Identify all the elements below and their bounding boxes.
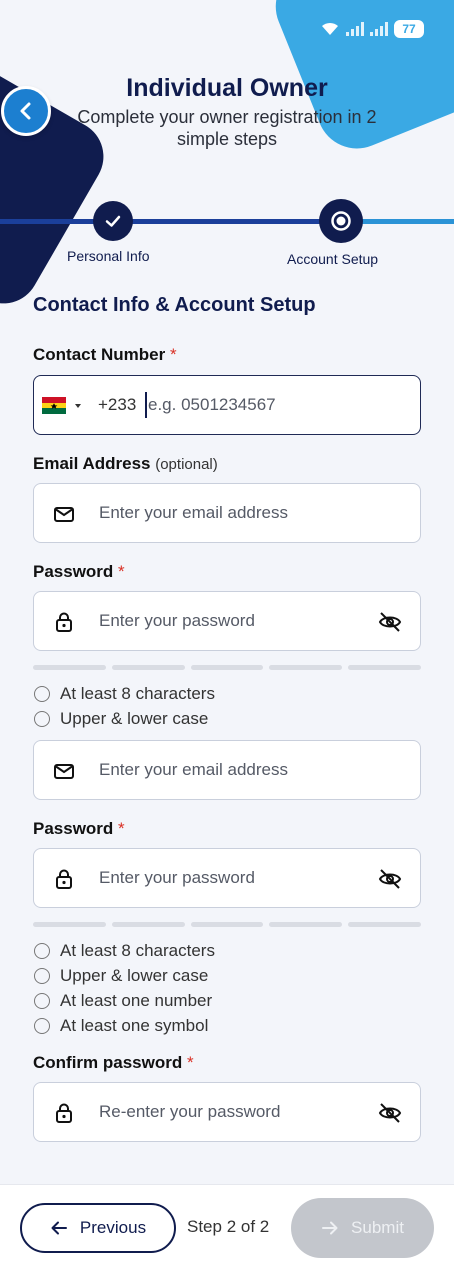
step-1-circle	[93, 201, 133, 241]
confirm-password-field[interactable]: Re-enter your password	[33, 1082, 421, 1142]
eye-off-icon[interactable]	[378, 867, 402, 891]
chevron-left-icon	[20, 102, 31, 120]
password-rule-text: At least 8 characters	[60, 941, 215, 960]
password-field-2[interactable]: Enter your password	[33, 848, 421, 908]
country-dropdown-caret-icon[interactable]	[75, 404, 81, 408]
check-icon	[105, 215, 121, 227]
password-input-2[interactable]: Enter your password	[99, 868, 255, 888]
password-label: Password *	[33, 562, 125, 582]
ghana-flag-icon[interactable]	[42, 397, 66, 414]
submit-button[interactable]: Submit	[291, 1198, 434, 1258]
password-rule: At least 8 characters	[34, 684, 215, 704]
email-field-2[interactable]: Enter your email address	[33, 740, 421, 800]
radio-empty-icon	[34, 686, 50, 702]
step-2-label: Account Setup	[287, 251, 379, 267]
confirm-password-label: Confirm password *	[33, 1053, 194, 1073]
eye-off-icon[interactable]	[378, 1101, 402, 1125]
country-code: +233	[98, 395, 137, 414]
mail-icon	[54, 764, 74, 779]
page-title: Individual Owner	[126, 74, 328, 102]
password-strength-meter-2	[33, 922, 421, 927]
password-rule-text: At least one number	[60, 991, 213, 1010]
password-rule: Upper & lower case	[34, 966, 208, 986]
password-rule: At least one number	[34, 991, 212, 1011]
radio-empty-icon	[34, 993, 50, 1009]
lock-icon	[56, 612, 72, 632]
radio-empty-icon	[34, 1018, 50, 1034]
email-input[interactable]: Enter your email address	[99, 503, 288, 523]
optional-hint: (optional)	[155, 456, 218, 473]
password-rule: At least 8 characters	[34, 941, 215, 961]
step-2-circle	[319, 199, 363, 243]
lock-icon	[56, 869, 72, 889]
status-bar: 77	[0, 0, 454, 60]
contact-number-label: Contact Number *	[33, 345, 177, 365]
text-cursor	[145, 392, 147, 418]
signal-icon-2	[370, 22, 388, 36]
radio-empty-icon	[34, 943, 50, 959]
password-rule-text: Upper & lower case	[60, 709, 209, 728]
password-label-text: Password	[33, 562, 114, 581]
status-icons: 77	[320, 20, 424, 38]
confirm-password-input[interactable]: Re-enter your password	[99, 1102, 280, 1122]
mail-icon	[54, 507, 74, 522]
radio-empty-icon	[34, 968, 50, 984]
required-mark: *	[118, 562, 125, 581]
stepper-progress-line	[0, 219, 454, 224]
step-1-label: Personal Info	[67, 248, 150, 264]
password-label-text: Password	[33, 819, 114, 838]
signal-icon	[346, 22, 364, 36]
contact-number-field[interactable]: +233 e.g. 0501234567	[33, 375, 421, 435]
email-label: Email Address (optional)	[33, 454, 218, 474]
bottom-action-bar: Previous Step 2 of 2 Submit	[0, 1184, 454, 1280]
password-strength-meter	[33, 665, 421, 670]
section-title: Contact Info & Account Setup	[33, 294, 316, 316]
previous-button[interactable]: Previous	[20, 1203, 176, 1253]
battery-icon: 77	[394, 20, 424, 38]
password-input[interactable]: Enter your password	[99, 611, 255, 631]
radio-dot-icon	[331, 211, 351, 231]
email-input-2[interactable]: Enter your email address	[99, 760, 288, 780]
lock-icon	[56, 1103, 72, 1123]
arrow-left-icon	[51, 1221, 67, 1235]
password-rule: At least one symbol	[34, 1016, 208, 1036]
eye-off-icon[interactable]	[378, 610, 402, 634]
required-mark: *	[118, 819, 125, 838]
radio-empty-icon	[34, 711, 50, 727]
page-subtitle: Complete your owner registration in 2 si…	[77, 107, 377, 149]
contact-number-input[interactable]: e.g. 0501234567	[148, 395, 276, 415]
wifi-icon	[322, 22, 338, 35]
password-rule-text: At least 8 characters	[60, 684, 215, 703]
password-rule-text: At least one symbol	[60, 1016, 209, 1035]
required-mark: *	[186, 1053, 194, 1072]
required-mark: *	[169, 345, 177, 364]
previous-button-label: Previous	[79, 1218, 147, 1237]
password-field[interactable]: Enter your password	[33, 591, 421, 651]
confirm-password-label-text: Confirm password	[33, 1053, 183, 1072]
password-rule: Upper & lower case	[34, 709, 208, 729]
contact-number-label-text: Contact Number	[33, 345, 166, 364]
step-indicator: Step 2 of 2	[187, 1217, 270, 1236]
email-label-text: Email Address	[33, 454, 151, 473]
email-field[interactable]: Enter your email address	[33, 483, 421, 543]
submit-button-label: Submit	[351, 1218, 404, 1237]
password-rule-text: Upper & lower case	[60, 966, 209, 985]
arrow-right-icon	[322, 1221, 338, 1235]
password-label-2: Password *	[33, 819, 125, 839]
